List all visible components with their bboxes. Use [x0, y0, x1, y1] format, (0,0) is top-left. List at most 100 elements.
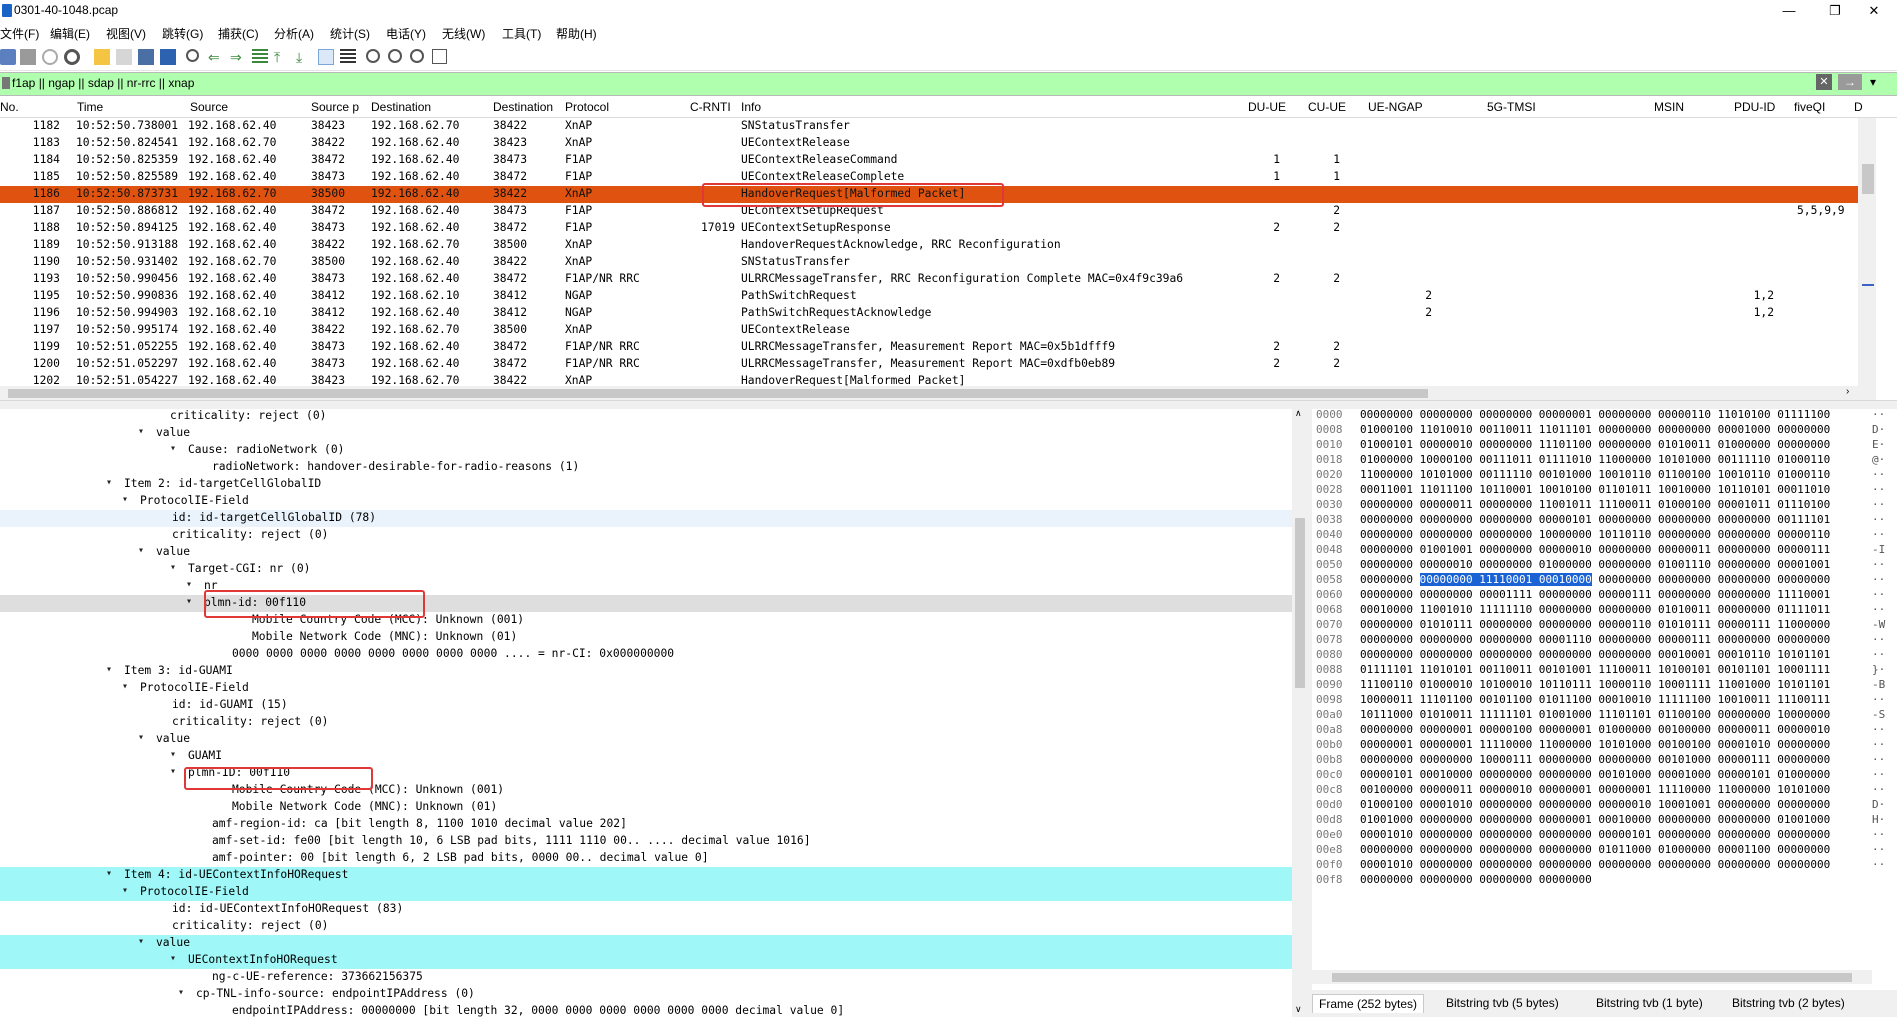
col-d[interactable]: D: [1854, 100, 1864, 114]
scroll-right-icon[interactable]: ›: [1846, 386, 1849, 397]
col-crnti[interactable]: C-RNTI: [690, 100, 736, 114]
detail-tree-item[interactable]: amf-region-id: ca [bit length 8, 1100 10…: [0, 816, 1292, 833]
go-back-icon[interactable]: ⇐: [208, 49, 224, 65]
bytes-row[interactable]: 00e8 00000000 00000000 00000000 00000000 …: [1312, 843, 1897, 858]
zoom-out-icon[interactable]: [388, 49, 402, 63]
minimize-button[interactable]: —: [1766, 0, 1812, 22]
open-file-icon[interactable]: [94, 49, 110, 65]
expand-chevron-icon[interactable]: ▾: [122, 494, 128, 505]
stop-capture-icon[interactable]: [20, 49, 36, 65]
bytes-row[interactable]: 0058 00000000 00000000 11110001 00010000 …: [1312, 573, 1897, 588]
detail-tree-item[interactable]: ▾ nr: [0, 578, 1292, 595]
menu-statistics[interactable]: 统计(S): [330, 25, 370, 42]
bytes-row[interactable]: 0038 00000000 00000000 00000000 00000101 …: [1312, 513, 1897, 528]
detail-tree-item[interactable]: radioNetwork: handover-desirable-for-rad…: [0, 459, 1292, 476]
go-forward-icon[interactable]: ⇒: [230, 49, 246, 65]
start-capture-icon[interactable]: [0, 49, 16, 65]
close-button[interactable]: ✕: [1851, 0, 1897, 22]
go-first-icon[interactable]: ⤒: [274, 49, 290, 65]
close-file-icon[interactable]: [138, 49, 154, 65]
zoom-in-icon[interactable]: [366, 49, 380, 63]
bytes-row[interactable]: 0050 00000000 00000010 00000000 01000000 …: [1312, 558, 1897, 573]
colorize-icon[interactable]: [340, 49, 356, 65]
packet-list-vscroll[interactable]: [1858, 118, 1876, 400]
detail-tree-item[interactable]: ▾ value: [0, 425, 1292, 442]
scroll-thumb[interactable]: [1862, 164, 1874, 194]
col-pdu-id[interactable]: PDU-ID: [1734, 100, 1789, 114]
tab-frame[interactable]: Frame (252 bytes): [1312, 994, 1425, 1013]
menu-help[interactable]: 帮助(H): [556, 25, 597, 42]
expand-chevron-icon[interactable]: ▾: [170, 749, 176, 760]
bytes-row[interactable]: 00f0 00001010 00000000 00000000 00000000 …: [1312, 858, 1897, 873]
bytes-hscroll[interactable]: [1312, 970, 1872, 984]
filter-dropdown-icon[interactable]: ▾: [1866, 74, 1880, 90]
menu-capture[interactable]: 捕获(C): [218, 25, 259, 42]
expand-chevron-icon[interactable]: ▾: [138, 936, 144, 947]
clear-filter-icon[interactable]: ✕: [1816, 74, 1832, 90]
bytes-row[interactable]: 0028 00011001 11011100 10110001 10010100 …: [1312, 483, 1897, 498]
go-to-packet-icon[interactable]: [252, 49, 268, 65]
packet-row[interactable]: 1196 10:52:50.994903 192.168.62.10 38412 192…: [0, 305, 1858, 322]
detail-tree-item[interactable]: ▾ UEContextInfoHORequest: [0, 952, 1292, 969]
bytes-row[interactable]: 0098 10000011 11101100 00101100 01011100 …: [1312, 693, 1897, 708]
detail-tree-item[interactable]: ▾ value: [0, 935, 1292, 952]
expand-chevron-icon[interactable]: ▾: [138, 732, 144, 743]
restart-capture-icon[interactable]: [42, 49, 58, 65]
bytes-row[interactable]: 00a0 10111000 01010011 11111101 01001000 …: [1312, 708, 1897, 723]
detail-tree-item[interactable]: ▾ GUAMI: [0, 748, 1292, 765]
col-source[interactable]: Source: [190, 100, 306, 114]
bytes-row[interactable]: 0090 11100110 01000010 10100010 10110111 …: [1312, 678, 1897, 693]
expand-chevron-icon[interactable]: ▾: [122, 681, 128, 692]
autoscroll-icon[interactable]: [318, 49, 334, 65]
save-file-icon[interactable]: [116, 49, 132, 65]
col-source-port[interactable]: Source p: [311, 100, 366, 114]
expand-chevron-icon[interactable]: ▾: [106, 477, 112, 488]
col-5g-tmsi[interactable]: 5G-TMSI: [1487, 100, 1647, 114]
detail-tree-item[interactable]: ▾ Item 2: id-targetCellGlobalID: [0, 476, 1292, 493]
menu-view[interactable]: 视图(V): [106, 25, 146, 42]
expand-chevron-icon[interactable]: ▾: [170, 562, 176, 573]
apply-filter-icon[interactable]: →: [1838, 74, 1862, 90]
expand-chevron-icon[interactable]: ▾: [186, 596, 192, 607]
detail-tree-item[interactable]: id: id-targetCellGlobalID (78): [0, 510, 1292, 527]
detail-tree-item[interactable]: id: id-UEContextInfoHORequest (83): [0, 901, 1292, 918]
detail-tree-item[interactable]: Mobile Network Code (MNC): Unknown (01): [0, 799, 1292, 816]
detail-tree-item[interactable]: criticality: reject (0): [0, 918, 1292, 935]
detail-tree-item[interactable]: ▾ Item 4: id-UEContextInfoHORequest: [0, 867, 1292, 884]
detail-tree-item[interactable]: ▾ Item 3: id-GUAMI: [0, 663, 1292, 680]
expand-chevron-icon[interactable]: ▾: [106, 868, 112, 879]
resize-columns-icon[interactable]: [432, 49, 447, 64]
packet-row[interactable]: 1197 10:52:50.995174 192.168.62.40 38422 192…: [0, 322, 1858, 339]
col-ue-ngap[interactable]: UE-NGAP: [1368, 100, 1478, 114]
detail-tree-item[interactable]: criticality: reject (0): [0, 714, 1292, 731]
expand-chevron-icon[interactable]: ▾: [170, 953, 176, 964]
bytes-row[interactable]: 0030 00000000 00000011 00000000 11001011 …: [1312, 498, 1897, 513]
col-destination[interactable]: Destination: [371, 100, 489, 114]
packet-row[interactable]: 1190 10:52:50.931402 192.168.62.70 38500 192…: [0, 254, 1858, 271]
display-filter-input[interactable]: [12, 76, 1792, 90]
detail-tree-item[interactable]: ▾ ProtocolIE-Field: [0, 493, 1292, 510]
packet-row[interactable]: 1195 10:52:50.990836 192.168.62.40 38412 192…: [0, 288, 1858, 305]
scroll-up-icon[interactable]: ∧: [1295, 408, 1302, 419]
find-packet-icon[interactable]: [186, 49, 199, 62]
go-last-icon[interactable]: ⤓: [296, 49, 312, 65]
bytes-row[interactable]: 00b0 00000001 00000001 11110000 11000000 …: [1312, 738, 1897, 753]
bytes-row[interactable]: 00b8 00000000 00000000 10000111 00000000 …: [1312, 753, 1897, 768]
expand-chevron-icon[interactable]: ▾: [122, 885, 128, 896]
packet-row[interactable]: 1183 10:52:50.824541 192.168.62.70 38422 192…: [0, 135, 1858, 152]
detail-tree-item[interactable]: amf-set-id: fe00 [bit length 10, 6 LSB p…: [0, 833, 1292, 850]
bytes-row[interactable]: 0040 00000000 00000000 00000000 10000000 …: [1312, 528, 1897, 543]
packet-row[interactable]: 1202 10:52:51.054227 192.168.62.40 38423 192…: [0, 373, 1858, 386]
tab-bitstring-5[interactable]: Bitstring tvb (5 bytes): [1440, 994, 1565, 1012]
packet-details-vscroll[interactable]: ∧ ∨: [1292, 408, 1308, 1017]
menu-tools[interactable]: 工具(T): [502, 25, 541, 42]
scroll-thumb[interactable]: [1295, 518, 1305, 688]
detail-tree-item[interactable]: ▾ ProtocolIE-Field: [0, 680, 1292, 697]
detail-tree-item[interactable]: ▾ Target-CGI: nr (0): [0, 561, 1292, 578]
packet-row[interactable]: 1184 10:52:50.825359 192.168.62.40 38472 192…: [0, 152, 1858, 169]
detail-tree-item[interactable]: ▾ cp-TNL-info-source: endpointIPAddress (…: [0, 986, 1292, 1003]
col-no[interactable]: No.: [0, 100, 70, 114]
expand-chevron-icon[interactable]: ▾: [170, 766, 176, 777]
reload-file-icon[interactable]: [160, 49, 176, 65]
bytes-row[interactable]: 0078 00000000 00000000 00000000 00001110 …: [1312, 633, 1897, 648]
